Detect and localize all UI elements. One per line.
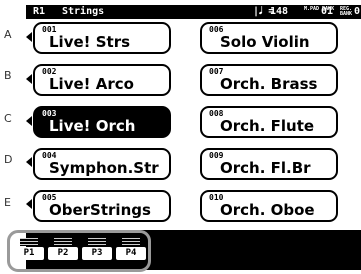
bank-name: Strings bbox=[62, 6, 105, 17]
voice-button-008[interactable]: 008 Orch. Flute bbox=[200, 106, 338, 138]
voice-name: Live! Arco bbox=[49, 75, 134, 93]
voice-button-009[interactable]: 009 Orch. Fl.Br bbox=[200, 148, 338, 180]
row-arrow-d-icon bbox=[26, 157, 32, 167]
status-bar: R1 Strings |𝅘𝅥 = 148 M.PAD BANK 01 REG. … bbox=[26, 5, 361, 19]
row-label-c: C bbox=[4, 112, 12, 125]
page-tab-label: P4 bbox=[116, 247, 146, 260]
page-tab-p2[interactable]: P2 bbox=[48, 238, 78, 261]
voice-button-007[interactable]: 007 Orch. Brass bbox=[200, 64, 338, 96]
row-label-a: A bbox=[4, 28, 12, 41]
voice-button-005[interactable]: 005 OberStrings bbox=[33, 190, 171, 222]
voice-button-004[interactable]: 004 Symphon.Str bbox=[33, 148, 171, 180]
page-tab-p3[interactable]: P3 bbox=[82, 238, 112, 261]
row-arrow-a-icon bbox=[26, 32, 32, 42]
voice-button-003[interactable]: 003 Live! Orch bbox=[33, 106, 171, 138]
page-tab-lines-icon bbox=[20, 238, 38, 246]
mpad-bank-value: 01 bbox=[321, 6, 334, 17]
row-label-e: E bbox=[4, 196, 11, 209]
row-label-d: D bbox=[4, 153, 13, 166]
reg-bank-value: 0 bbox=[354, 6, 361, 17]
voice-name: OberStrings bbox=[49, 201, 151, 219]
voice-name: Orch. Fl.Br bbox=[220, 159, 311, 177]
page-tab-label: P2 bbox=[48, 247, 78, 260]
voice-name: Orch. Brass bbox=[220, 75, 318, 93]
voice-name: Solo Violin bbox=[220, 33, 310, 51]
row-label-b: B bbox=[4, 69, 12, 82]
row-arrow-b-icon bbox=[26, 74, 32, 84]
row-arrow-e-icon bbox=[26, 199, 32, 209]
voice-name: Live! Orch bbox=[49, 117, 136, 135]
row-arrow-c-icon bbox=[26, 116, 32, 126]
page-tab-lines-icon bbox=[122, 238, 140, 246]
page-tab-p4[interactable]: P4 bbox=[116, 238, 146, 261]
voice-name: Live! Strs bbox=[49, 33, 131, 51]
page-tab-lines-icon bbox=[54, 238, 72, 246]
voice-name: Orch. Flute bbox=[220, 117, 315, 135]
voice-button-002[interactable]: 002 Live! Arco bbox=[33, 64, 171, 96]
voice-name: Orch. Oboe bbox=[220, 201, 315, 219]
voice-name: Symphon.Str bbox=[49, 159, 159, 177]
voice-button-001[interactable]: 001 Live! Strs bbox=[33, 22, 171, 54]
voice-button-010[interactable]: 010 Orch. Oboe bbox=[200, 190, 338, 222]
page-tab-label: P3 bbox=[82, 247, 112, 260]
tempo-value: 148 bbox=[270, 6, 289, 17]
page-tab-lines-icon bbox=[88, 238, 106, 246]
bank-number: R1 bbox=[33, 6, 46, 17]
page-tab-label: P1 bbox=[14, 247, 44, 260]
page-tab-p1[interactable]: P1 bbox=[14, 238, 44, 261]
voice-button-006[interactable]: 006 Solo Violin bbox=[200, 22, 338, 54]
